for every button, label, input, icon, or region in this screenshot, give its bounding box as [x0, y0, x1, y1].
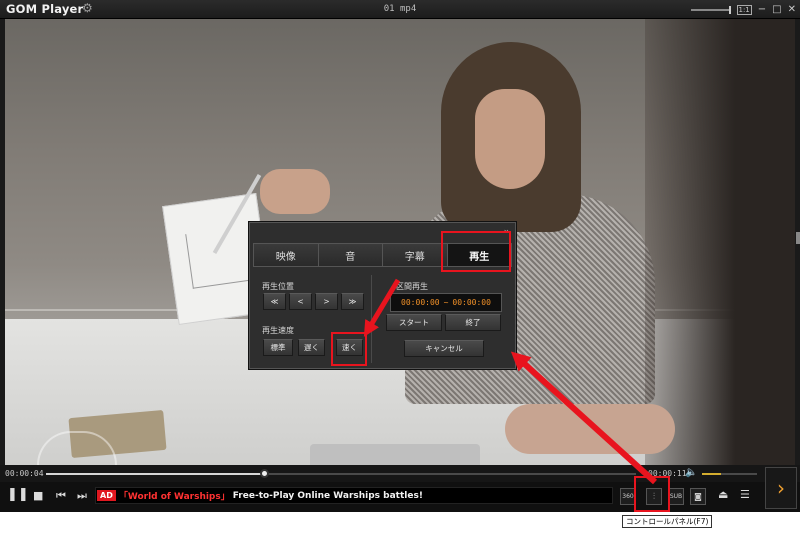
ad-text: Free-to-Play Online Warships battles!	[232, 490, 423, 501]
subtitle-button[interactable]: SUB	[668, 488, 684, 505]
timeline-bar: 00:00:04 00:00:11 🔈	[0, 465, 800, 482]
title-bar[interactable]: GOM Player ⚙ 01 mp4 1:1 − □ ✕	[0, 0, 800, 19]
video-person-face	[475, 89, 545, 189]
ad-brand: 「World of Warships」	[118, 492, 230, 502]
cancel-button[interactable]: キャンセル	[404, 340, 484, 357]
current-time: 00:00:04	[5, 469, 44, 478]
ab-end-time: 00:00:00	[452, 298, 491, 307]
rewind-button[interactable]: <	[289, 293, 312, 310]
stop-icon[interactable]: ■	[33, 489, 43, 502]
volume-fill	[702, 473, 722, 475]
next-icon[interactable]: ⏭	[77, 489, 87, 503]
control-bar: ❚❚ ■ ⏮ ⏭ AD 「World of Warships」 Free-to-…	[0, 482, 800, 512]
ab-start-time: 00:00:00	[401, 298, 440, 307]
next-file-icon[interactable]: ›	[765, 467, 797, 509]
pause-icon[interactable]: ❚❚	[7, 487, 29, 502]
eject-icon[interactable]: ⏏	[718, 488, 728, 501]
tooltip: コントロールパネル(F7)	[622, 515, 713, 528]
ab-start-button[interactable]: スタート	[386, 314, 442, 331]
speed-label: 再生速度	[262, 326, 294, 335]
video-man-blur	[645, 19, 795, 465]
video-man-hand	[505, 404, 675, 454]
playlist-handle[interactable]	[796, 232, 800, 244]
tab-video[interactable]: 映像	[254, 244, 319, 266]
ad-badge: AD	[97, 490, 116, 501]
seek-handle[interactable]	[260, 469, 270, 478]
menu-icon[interactable]: ☰	[740, 488, 750, 501]
ab-separator: ~	[443, 298, 449, 307]
speed-normal-button[interactable]: 標準	[263, 339, 293, 356]
volume-icon[interactable]: 🔈	[685, 467, 697, 478]
panel-divider	[371, 275, 372, 363]
video-laptop	[310, 444, 480, 465]
ab-repeat-display: 00:00:00 ~ 00:00:00	[390, 293, 502, 312]
ab-end-button[interactable]: 終了	[445, 314, 501, 331]
position-label: 再生位置	[262, 282, 294, 291]
annotation-box-control-panel	[634, 476, 670, 512]
file-title: 01 mp4	[383, 4, 417, 14]
annotation-box-faster	[331, 332, 367, 366]
tab-audio[interactable]: 音	[318, 244, 383, 266]
opacity-slider[interactable]	[690, 5, 731, 14]
screen-ratio-icon[interactable]: 1:1	[736, 4, 752, 15]
close-icon[interactable]: ✕	[788, 4, 796, 16]
gom-player-window: GOM Player ⚙ 01 mp4 1:1 − □ ✕ ⌄ 映像 音 字幕 …	[0, 0, 800, 512]
previous-icon[interactable]: ⏮	[56, 489, 66, 503]
forward-button[interactable]: >	[315, 293, 338, 310]
video-hand	[260, 169, 330, 214]
maximize-icon[interactable]: □	[772, 4, 781, 16]
ad-banner[interactable]: AD 「World of Warships」 Free-to-Play Onli…	[95, 487, 613, 504]
minimize-icon[interactable]: −	[758, 4, 766, 16]
seek-fill	[46, 473, 265, 475]
window-controls: 1:1 − □ ✕	[690, 3, 796, 16]
video-paper-chart	[185, 225, 253, 289]
ab-repeat-label: 区間再生	[396, 282, 428, 291]
speed-slower-button[interactable]: 遅く	[298, 339, 325, 356]
forward-far-button[interactable]: ≫	[341, 293, 364, 310]
capture-icon[interactable]: ◙	[690, 488, 706, 505]
seek-bar[interactable]	[46, 469, 636, 478]
tab-subtitle[interactable]: 字幕	[383, 244, 448, 266]
annotation-box-playback-tab	[441, 231, 511, 272]
rewind-far-button[interactable]: ≪	[263, 293, 286, 310]
volume-slider[interactable]	[702, 473, 757, 475]
